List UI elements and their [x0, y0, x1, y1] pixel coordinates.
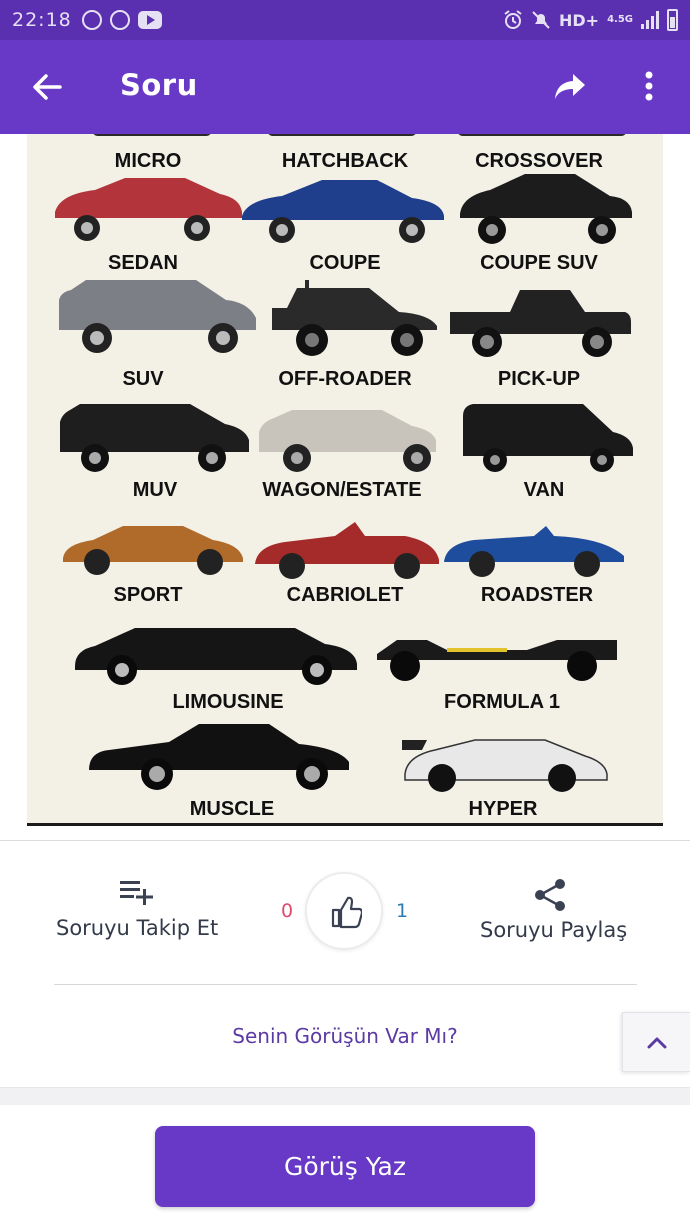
- signal-icon: [641, 11, 659, 29]
- sport-car: [63, 526, 243, 575]
- muscle-car: [89, 724, 349, 790]
- share-arrow-icon[interactable]: [552, 68, 588, 104]
- car-type-label: CROSSOVER: [475, 150, 603, 172]
- car-type-label: ROADSTER: [480, 584, 594, 606]
- car-type-label: OFF-ROADER: [278, 368, 412, 390]
- offroader-car: [272, 280, 437, 356]
- crossover-car: [458, 134, 626, 136]
- car-type-label: MUV: [132, 479, 178, 501]
- car-type-label: COUPE: [309, 252, 381, 274]
- back-arrow-icon[interactable]: [30, 70, 64, 104]
- car-type-label: FORMULA 1: [444, 691, 560, 713]
- sync-icon: [81, 10, 102, 30]
- like-count: 1: [396, 900, 409, 922]
- suv-car: [59, 280, 256, 353]
- question-image[interactable]: MICRO HATCHBACK CROSSOVER SEDAN COUPE COUPE S…: [27, 134, 663, 826]
- car-type-label: SPORT: [113, 584, 183, 606]
- car-type-label: LIMOUSINE: [172, 691, 284, 713]
- youtube-icon: [137, 11, 162, 29]
- limousine-car: [75, 628, 357, 685]
- muv-car: [60, 404, 249, 472]
- dislike-count: 0: [281, 900, 294, 922]
- follow-label: Soruyu Takip Et: [56, 916, 219, 940]
- battery-icon: [667, 9, 678, 31]
- car-type-label: SUV: [122, 368, 164, 390]
- app-bar: Soru: [0, 40, 690, 134]
- network-label: HD+: [558, 10, 600, 30]
- sedan-car: [55, 178, 242, 241]
- car-type-label: VAN: [523, 479, 565, 501]
- status-time: 22:18: [12, 9, 72, 31]
- alarm-icon: [504, 10, 522, 29]
- car-type-label: SEDAN: [107, 252, 179, 274]
- write-opinion-button[interactable]: Görüş Yaz: [155, 1126, 535, 1207]
- formula1-car: [377, 640, 617, 681]
- mute-icon: [532, 11, 550, 29]
- like-button[interactable]: [305, 872, 383, 950]
- scroll-to-top-button[interactable]: [622, 1012, 690, 1072]
- divider: [0, 840, 690, 841]
- thumbs-up-icon: [331, 896, 362, 929]
- sync-icon-2: [109, 10, 130, 30]
- cabriolet-car: [255, 522, 439, 579]
- hyper-car: [402, 739, 608, 792]
- share-question-button[interactable]: Soruyu Paylaş: [480, 876, 630, 946]
- follow-question-button[interactable]: Soruyu Takip Et: [56, 876, 221, 946]
- wagon-car: [259, 410, 436, 472]
- car-type-label: MICRO: [114, 150, 182, 172]
- car-type-label: HATCHBACK: [281, 150, 409, 172]
- playlist-add-icon: [120, 881, 153, 905]
- car-type-label: CABRIOLET: [286, 584, 404, 606]
- van-car: [463, 404, 633, 472]
- network-type: 4.5G: [607, 14, 633, 25]
- status-right: HD+ 4.5G: [503, 9, 678, 31]
- hatchback-car: [268, 134, 416, 136]
- coupe-suv-car: [460, 174, 632, 244]
- car-type-label: HYPER: [468, 798, 538, 820]
- share-label: Soruyu Paylaş: [480, 918, 628, 942]
- more-vertical-icon[interactable]: [636, 68, 662, 104]
- notification-icons: [81, 10, 162, 30]
- chevron-up-icon: [647, 1037, 667, 1049]
- pickup-car: [450, 290, 631, 357]
- car-type-label: COUPE SUV: [480, 252, 598, 274]
- share-nodes-icon: [535, 879, 565, 911]
- status-bar: 22:18 HD+ 4.5G: [0, 0, 690, 40]
- car-type-label: PICK-UP: [497, 368, 581, 390]
- bottom-divider-strip: [0, 1087, 690, 1105]
- car-type-label: MUSCLE: [189, 798, 275, 820]
- car-type-label: WAGON/ESTATE: [262, 479, 422, 501]
- opinion-prompt-link[interactable]: Senin Görüşün Var Mı?: [0, 1024, 690, 1048]
- divider: [54, 984, 637, 985]
- micro-car: [93, 134, 211, 136]
- page-title: Soru: [120, 68, 198, 102]
- roadster-car: [444, 526, 624, 577]
- coupe-car: [242, 180, 444, 243]
